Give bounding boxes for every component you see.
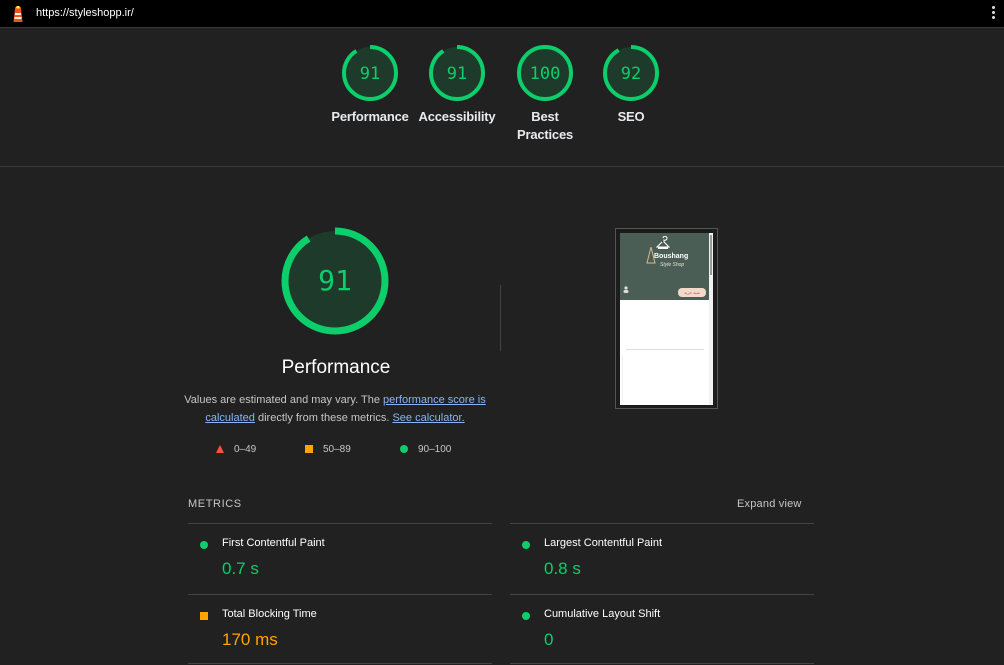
metrics-heading: METRICS [188, 498, 242, 510]
legend-fail: 0–49 [216, 444, 256, 455]
metric-name: Cumulative Layout Shift [544, 608, 661, 620]
more-options-icon[interactable] [988, 4, 998, 24]
legend-label: 0–49 [234, 444, 257, 455]
gauge-label: SEO [617, 109, 645, 124]
metric-value: 0.8 s [544, 559, 581, 578]
legend-label: 50–89 [323, 444, 351, 455]
gauge-score: 92 [621, 64, 641, 84]
metric-cumulative-layout-shift: Cumulative Layout Shift 0 [510, 595, 810, 665]
metric-value: 170 ms [222, 630, 278, 649]
gauge-label: Performance [331, 109, 409, 124]
performance-score: 91 [318, 264, 352, 297]
square-icon [305, 445, 313, 454]
triangle-icon [216, 445, 224, 454]
divider [500, 285, 501, 351]
pass-circle-icon [522, 541, 530, 549]
gauge-ring-icon: 91 [342, 45, 398, 101]
metric-first-contentful-paint: First Contentful Paint 0.7 s [188, 524, 488, 594]
metrics-divider [188, 663, 492, 664]
page-url[interactable]: https://styleshopp.ir/ [36, 7, 134, 19]
gauge-best-practices[interactable]: 100 Best Practices [500, 44, 590, 144]
metric-largest-contentful-paint: Largest Contentful Paint 0.8 s [510, 524, 810, 594]
lighthouse-logo-icon [13, 6, 23, 22]
metric-value: 0 [544, 630, 554, 649]
screenshot-divider [626, 349, 704, 350]
pass-circle-icon [200, 541, 208, 549]
pass-circle-icon [522, 612, 530, 620]
legend-pass: 90–100 [400, 444, 451, 455]
gauge-score: 100 [530, 64, 561, 84]
expand-view-button[interactable]: Expand view [737, 498, 802, 510]
average-square-icon [200, 612, 208, 620]
gauge-score: 91 [447, 64, 467, 84]
screenshot-cart-button: سبد خرید [678, 288, 706, 297]
gauge-label: Best Practices [516, 109, 574, 142]
gauge-ring-icon: 92 [603, 45, 659, 101]
performance-gauge: 91 [281, 227, 389, 335]
score-summary: 91 Performance 91 Accessibility 100 Best… [0, 28, 1004, 167]
desc-text: Values are estimated and may vary. The [184, 394, 383, 406]
final-screenshot[interactable]: Boushang Style Shop سبد خرید [615, 228, 718, 409]
performance-title: Performance [281, 357, 391, 378]
screenshot-divider [622, 355, 623, 400]
gauge-label: Accessibility [418, 109, 496, 124]
user-icon [623, 286, 629, 293]
circle-icon [400, 445, 408, 454]
gauge-score: 91 [360, 64, 380, 84]
metric-value: 0.7 s [222, 559, 259, 578]
screenshot-hero: Boushang Style Shop سبد خرید [620, 233, 709, 300]
gauge-performance[interactable]: 91 Performance [325, 44, 415, 126]
metric-name: First Contentful Paint [222, 537, 325, 549]
hanger-logo-icon [656, 236, 670, 249]
legend-average: 50–89 [305, 444, 351, 455]
performance-description: Values are estimated and may vary. The p… [180, 391, 490, 427]
screenshot-scrollbar [709, 233, 713, 405]
metric-total-blocking-time: Total Blocking Time 170 ms [188, 595, 488, 665]
gauge-ring-icon: 91 [429, 45, 485, 101]
screenshot-script: Style Shop [660, 262, 685, 268]
gauge-seo[interactable]: 92 SEO [586, 44, 676, 126]
gauge-ring-icon: 100 [517, 45, 573, 101]
metric-name: Total Blocking Time [222, 608, 317, 620]
metric-name: Largest Contentful Paint [544, 537, 663, 549]
screenshot-brand: Boushang [654, 253, 689, 260]
metrics-divider [510, 663, 814, 664]
screenshot-image: Boushang Style Shop سبد خرید [620, 233, 713, 405]
gauge-accessibility[interactable]: 91 Accessibility [412, 44, 502, 126]
see-calculator-link[interactable]: See calculator. [392, 412, 464, 424]
url-bar: https://styleshopp.ir/ [0, 0, 1004, 28]
desc-text: directly from these metrics. [254, 412, 393, 424]
legend-label: 90–100 [418, 444, 452, 455]
